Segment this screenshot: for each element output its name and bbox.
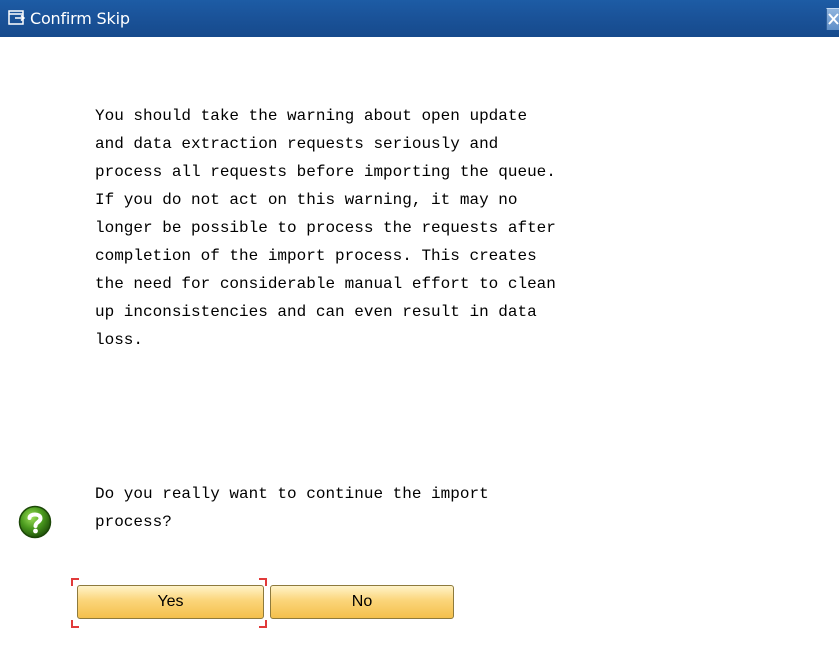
question-line: Do you really want to continue the impor… — [95, 485, 489, 503]
message-line: up inconsistencies and can even result i… — [95, 303, 537, 321]
warning-message: You should take the warning about open u… — [95, 102, 795, 354]
message-line: the need for considerable manual effort … — [95, 275, 556, 293]
question-line: process? — [95, 513, 172, 531]
dialog-body: You should take the warning about open u… — [0, 37, 839, 666]
message-line: longer be possible to process the reques… — [95, 219, 556, 237]
message-line: completion of the import process. This c… — [95, 247, 537, 265]
message-line: and data extraction requests seriously a… — [95, 135, 499, 153]
message-line: loss. — [95, 331, 144, 349]
message-line: process all requests before importing th… — [95, 163, 556, 181]
yes-button[interactable]: Yes — [77, 585, 264, 619]
dialog-title: Confirm Skip — [30, 9, 130, 28]
confirmation-question: Do you really want to continue the impor… — [95, 480, 795, 536]
no-button[interactable]: No — [270, 585, 454, 619]
question-icon — [18, 505, 52, 539]
message-line: If you do not act on this warning, it ma… — [95, 191, 518, 209]
focus-indicator — [259, 620, 267, 628]
title-bar: Confirm Skip — [0, 0, 839, 37]
dialog-window-icon — [8, 10, 26, 27]
message-line: You should take the warning about open u… — [95, 107, 528, 125]
focus-indicator — [71, 620, 79, 628]
close-button[interactable] — [826, 8, 839, 30]
close-icon — [828, 13, 839, 25]
